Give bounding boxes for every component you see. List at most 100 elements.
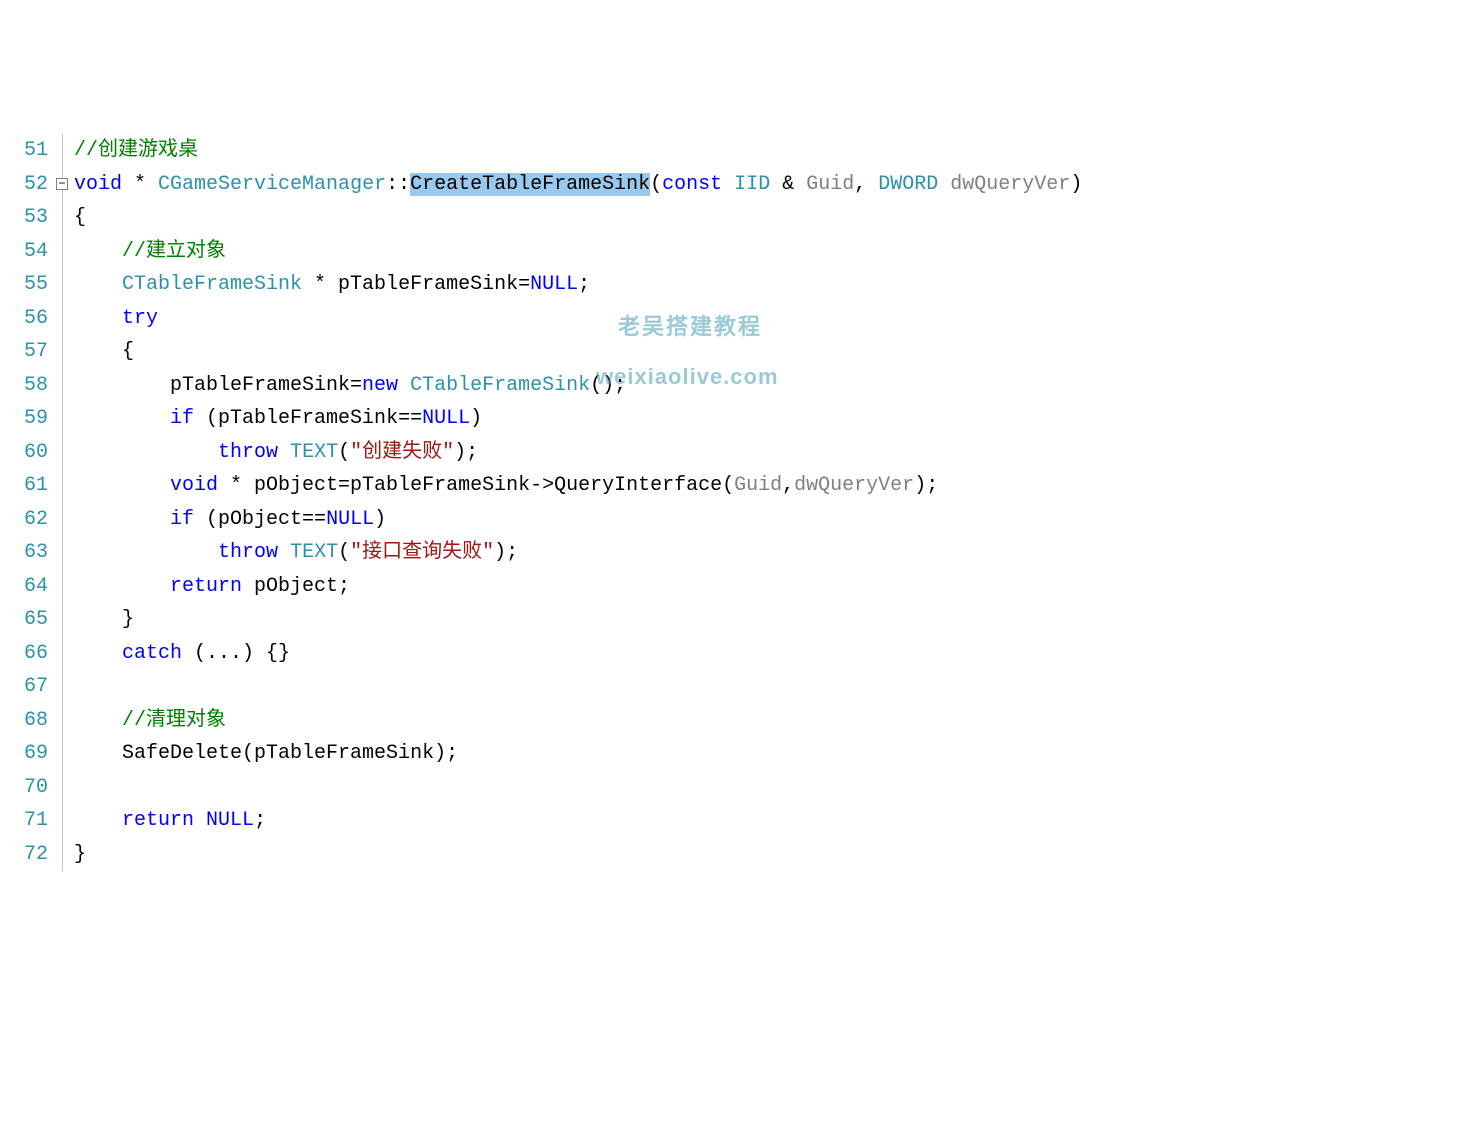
code-line[interactable]: SafeDelete(pTableFrameSink); [74,737,1460,771]
code-line[interactable]: //建立对象 [74,235,1460,269]
code-token: CTableFrameSink [122,273,302,296]
code-token: ); [914,474,938,497]
code-token: (pObject== [194,508,326,531]
code-line[interactable]: } [74,838,1460,872]
code-line[interactable]: void * pObject=pTableFrameSink->QueryInt… [74,469,1460,503]
code-token: ); [494,541,518,564]
code-line[interactable]: if (pTableFrameSink==NULL) [74,402,1460,436]
code-token: ) [470,407,482,430]
code-token: ) [374,508,386,531]
fold-toggle-icon[interactable]: − [56,178,68,190]
code-token: ); [454,441,478,464]
code-token: SafeDelete(pTableFrameSink); [122,742,458,765]
code-token: return [170,575,242,598]
code-token: NULL [530,273,578,296]
code-token: DWORD [878,173,938,196]
code-token: (); [590,374,626,397]
line-number: 52 [0,168,48,202]
code-token: dwQueryVer [950,173,1070,196]
code-token: NULL [326,508,374,531]
code-token: ( [338,441,350,464]
code-token: throw [218,541,278,564]
line-number: 63 [0,536,48,570]
code-line[interactable]: throw TEXT("接口查询失败"); [74,536,1460,570]
line-number: 69 [0,737,48,771]
code-token: Guid [734,474,782,497]
code-token: IID [734,173,770,196]
fold-margin[interactable]: − [54,134,72,871]
code-line[interactable]: //创建游戏桌 [74,134,1460,168]
code-token: } [122,608,134,631]
line-number: 57 [0,335,48,369]
code-token: throw [218,441,278,464]
line-number: 66 [0,637,48,671]
code-token: ) [1070,173,1082,196]
code-line[interactable]: //清理对象 [74,704,1460,738]
code-token: ( [338,541,350,564]
code-token: * pTableFrameSink= [302,273,530,296]
code-token [278,441,290,464]
code-token: * [122,173,158,196]
code-token: , [854,173,878,196]
code-line[interactable] [74,771,1460,805]
code-editor[interactable]: 5152535455565758596061626364656667686970… [0,134,1460,871]
code-token: void [74,173,122,196]
line-number: 65 [0,603,48,637]
code-token: (pTableFrameSink== [194,407,422,430]
code-token [194,809,206,832]
code-line[interactable]: } [74,603,1460,637]
code-line[interactable]: try [74,302,1460,336]
code-token: catch [122,642,182,665]
code-token: :: [386,173,410,196]
code-line[interactable] [74,670,1460,704]
code-token: * pObject=pTableFrameSink->QueryInterfac… [218,474,734,497]
code-token: , [782,474,794,497]
line-number-gutter: 5152535455565758596061626364656667686970… [0,134,54,871]
line-number: 59 [0,402,48,436]
line-number: 70 [0,771,48,805]
code-area[interactable]: //创建游戏桌void * CGameServiceManager::Creat… [72,134,1460,871]
code-line[interactable]: return pObject; [74,570,1460,604]
code-token: const [662,173,722,196]
code-token: ; [578,273,590,296]
code-token [278,541,290,564]
line-number: 54 [0,235,48,269]
line-number: 61 [0,469,48,503]
code-token: new [362,374,398,397]
code-token: //创建游戏桌 [74,139,198,162]
line-number: 60 [0,436,48,470]
code-token [722,173,734,196]
code-token: { [74,206,86,229]
code-token: Guid [806,173,854,196]
code-line[interactable]: return NULL; [74,804,1460,838]
code-token: CGameServiceManager [158,173,386,196]
code-token: CreateTableFrameSink [410,173,650,196]
code-token: if [170,407,194,430]
code-line[interactable]: { [74,335,1460,369]
code-line[interactable]: throw TEXT("创建失败"); [74,436,1460,470]
line-number: 72 [0,838,48,872]
code-token: } [74,843,86,866]
code-line[interactable]: void * CGameServiceManager::CreateTableF… [74,168,1460,202]
code-token: dwQueryVer [794,474,914,497]
code-token: "创建失败" [350,441,454,464]
line-number: 55 [0,268,48,302]
code-token: TEXT [290,441,338,464]
line-number: 53 [0,201,48,235]
code-line[interactable]: { [74,201,1460,235]
code-line[interactable]: pTableFrameSink=new CTableFrameSink(); [74,369,1460,403]
code-token: CTableFrameSink [410,374,590,397]
code-token: if [170,508,194,531]
code-token: //清理对象 [122,709,226,732]
code-token: return [122,809,194,832]
code-line[interactable]: catch (...) {} [74,637,1460,671]
code-token: try [122,307,158,330]
code-token: pTableFrameSink= [170,374,362,397]
line-number: 64 [0,570,48,604]
code-token: ; [254,809,266,832]
code-line[interactable]: if (pObject==NULL) [74,503,1460,537]
code-token: (...) {} [182,642,290,665]
code-token: pObject; [242,575,350,598]
code-token: void [170,474,218,497]
code-line[interactable]: CTableFrameSink * pTableFrameSink=NULL; [74,268,1460,302]
